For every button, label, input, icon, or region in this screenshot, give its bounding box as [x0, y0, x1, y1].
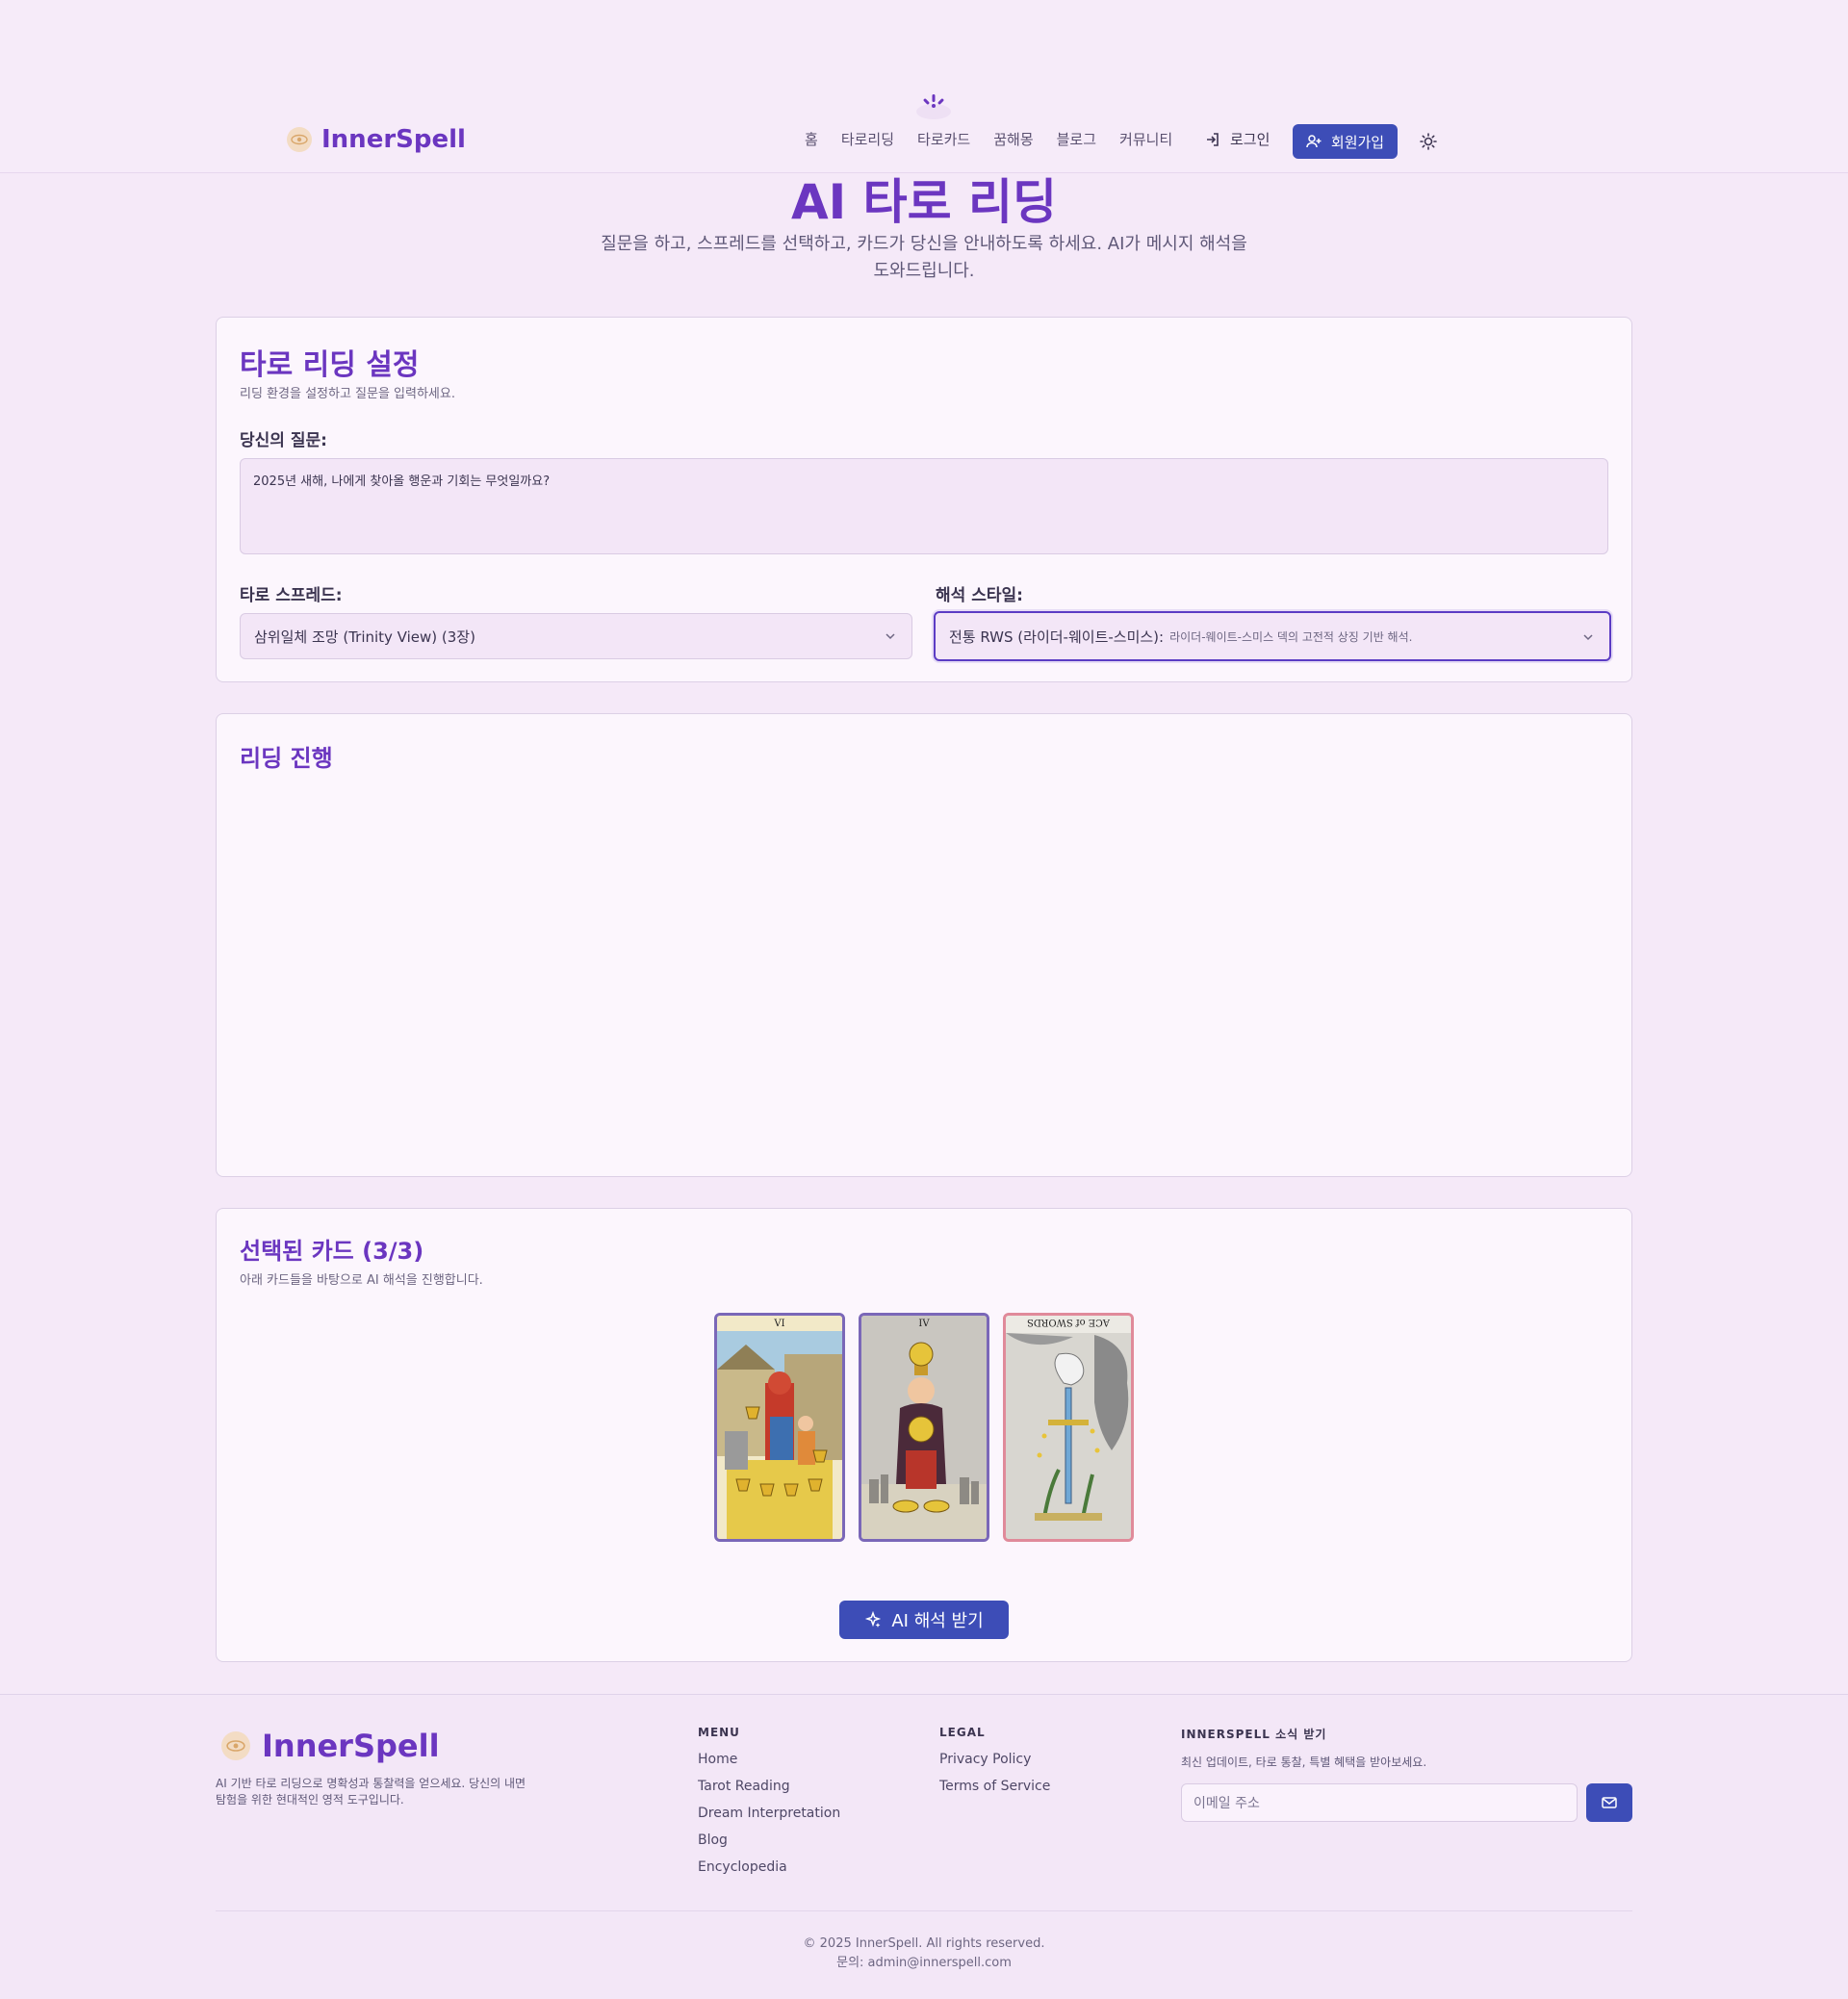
contact-email: 문의: admin@innerspell.com — [836, 1956, 1012, 1970]
tarot-card-four-of-pentacles[interactable]: IV — [859, 1313, 989, 1542]
settings-card: 타로 리딩 설정 리딩 환경을 설정하고 질문을 입력하세요. 당신의 질문: … — [216, 317, 1632, 682]
style-value: 전통 RWS (라이더-웨이트-스미스): — [949, 628, 1165, 646]
card-numeral: ACE of SWORDS — [1027, 1317, 1111, 1327]
four-of-pentacles-image: IV — [861, 1316, 987, 1539]
nav-home[interactable]: 홈 — [805, 129, 818, 149]
tarot-card-six-of-cups[interactable]: VI — [714, 1313, 845, 1542]
user-plus-icon — [1306, 135, 1322, 148]
settings-title: 타로 리딩 설정 — [240, 348, 420, 382]
style-select[interactable]: 전통 RWS (라이더-웨이트-스미스): 라이더-웨이트-스미스 덱의 고전적… — [934, 611, 1611, 661]
newsletter-description: 최신 업데이트, 타로 통찰, 특별 혜택을 받아보세요. — [1181, 1756, 1427, 1769]
nav-community[interactable]: 커뮤니티 — [1119, 129, 1172, 149]
ace-of-swords-image: ACE of SWORDS — [1006, 1316, 1131, 1539]
site-footer: InnerSpell AI 기반 타로 리딩으로 명확성과 통찰력을 얻으세요.… — [0, 1694, 1848, 1999]
reading-progress-card: 리딩 진행 — [216, 713, 1632, 1177]
copyright-text: © 2025 InnerSpell. All rights reserved. — [803, 1936, 1045, 1951]
footer-link-home[interactable]: Home — [698, 1752, 840, 1768]
progress-title: 리딩 진행 — [240, 745, 333, 772]
newsletter-submit-button[interactable] — [1586, 1783, 1632, 1822]
footer-newsletter: INNERSPELL 소식 받기 최신 업데이트, 타로 통찰, 특별 혜택을 … — [1181, 1726, 1426, 1770]
loading-spinner-icon — [916, 94, 951, 119]
footer-legal: LEGAL Privacy Policy Terms of Service — [939, 1726, 1050, 1806]
footer-link-blog[interactable]: Blog — [698, 1832, 840, 1849]
ai-button-label: AI 해석 받기 — [891, 1611, 984, 1631]
footer-divider — [216, 1910, 1632, 1911]
nav-dream[interactable]: 꿈해몽 — [993, 129, 1033, 149]
mail-icon — [1602, 1797, 1617, 1808]
footer-legal-heading: LEGAL — [939, 1726, 986, 1739]
chevron-down-icon — [1583, 634, 1593, 641]
ai-interpretation-button[interactable]: AI 해석 받기 — [839, 1601, 1009, 1639]
login-button[interactable]: 로그인 — [1205, 129, 1270, 149]
logo-link[interactable]: InnerSpell — [287, 125, 466, 154]
footer-link-encyclopedia[interactable]: Encyclopedia — [698, 1859, 840, 1876]
newsletter-email-input[interactable]: 이메일 주소 — [1181, 1783, 1578, 1822]
selected-description: 아래 카드들을 바탕으로 AI 해석을 진행합니다. — [240, 1273, 483, 1288]
spread-select[interactable]: 삼위일체 조망 (Trinity View) (3장) — [240, 613, 912, 659]
footer-link-terms[interactable]: Terms of Service — [939, 1779, 1050, 1795]
nav-tarot-reading[interactable]: 타로리딩 — [841, 129, 894, 149]
question-textarea[interactable]: 2025년 새해, 나에게 찾아올 행운과 기회는 무엇일까요? — [240, 458, 1608, 554]
tarot-card-ace-of-swords-reversed[interactable]: ACE of SWORDS — [1003, 1313, 1134, 1542]
style-description: 라이더-웨이트-스미스 덱의 고전적 상징 기반 해석. — [1169, 629, 1413, 644]
settings-description: 리딩 환경을 설정하고 질문을 입력하세요. — [240, 387, 455, 401]
site-header: InnerSpell 홈 타로리딩 타로카드 꿈해몽 블로그 커뮤니티 로그인 … — [0, 0, 1848, 173]
login-label: 로그인 — [1230, 131, 1270, 148]
selected-cards-card: 선택된 카드 (3/3) 아래 카드들을 바탕으로 AI 해석을 진행합니다. … — [216, 1208, 1632, 1662]
signup-button[interactable]: 회원가입 — [1293, 124, 1398, 159]
style-label: 해석 스타일: — [936, 586, 1023, 605]
main-nav: 홈 타로리딩 타로카드 꿈해몽 블로그 커뮤니티 — [805, 129, 1195, 149]
nav-blog[interactable]: 블로그 — [1057, 129, 1096, 149]
eye-logo-icon — [287, 127, 312, 152]
chevron-down-icon — [886, 633, 895, 640]
login-icon — [1207, 132, 1219, 146]
signup-label: 회원가입 — [1330, 133, 1385, 151]
footer-tagline: AI 기반 타로 리딩으로 명확성과 통찰력을 얻으세요. 당신의 내면 탐험을… — [216, 1777, 526, 1807]
footer-logo-text: InnerSpell — [262, 1728, 440, 1764]
question-label: 당신의 질문: — [240, 431, 327, 450]
newsletter-heading: INNERSPELL 소식 받기 — [1181, 1728, 1327, 1741]
page-subtitle: 질문을 하고, 스프레드를 선택하고, 카드가 당신을 안내하도록 하세요. A… — [601, 234, 1247, 281]
footer-link-dream[interactable]: Dream Interpretation — [698, 1806, 840, 1822]
selected-title: 선택된 카드 (3/3) — [240, 1238, 424, 1265]
sparkles-icon — [865, 1611, 882, 1627]
footer-menu-heading: MENU — [698, 1726, 740, 1739]
footer-copyright: © 2025 InnerSpell. All rights reserved. … — [0, 1935, 1848, 1973]
logo-text: InnerSpell — [321, 125, 466, 154]
footer-menu: MENU Home Tarot Reading Dream Interpreta… — [698, 1726, 840, 1886]
page-title: AI 타로 리딩 — [790, 174, 1058, 230]
six-of-cups-image: VI — [717, 1316, 842, 1539]
card-numeral: VI — [773, 1319, 784, 1329]
spread-value: 삼위일체 조망 (Trinity View) (3장) — [254, 628, 475, 646]
footer-link-privacy[interactable]: Privacy Policy — [939, 1752, 1050, 1768]
footer-logo[interactable]: InnerSpell — [221, 1728, 440, 1764]
footer-link-tarot-reading[interactable]: Tarot Reading — [698, 1779, 840, 1795]
sun-icon[interactable] — [1419, 132, 1438, 151]
card-numeral: IV — [918, 1319, 930, 1329]
eye-logo-icon — [221, 1731, 250, 1760]
nav-tarot-cards[interactable]: 타로카드 — [917, 129, 970, 149]
spread-label: 타로 스프레드: — [240, 586, 343, 605]
